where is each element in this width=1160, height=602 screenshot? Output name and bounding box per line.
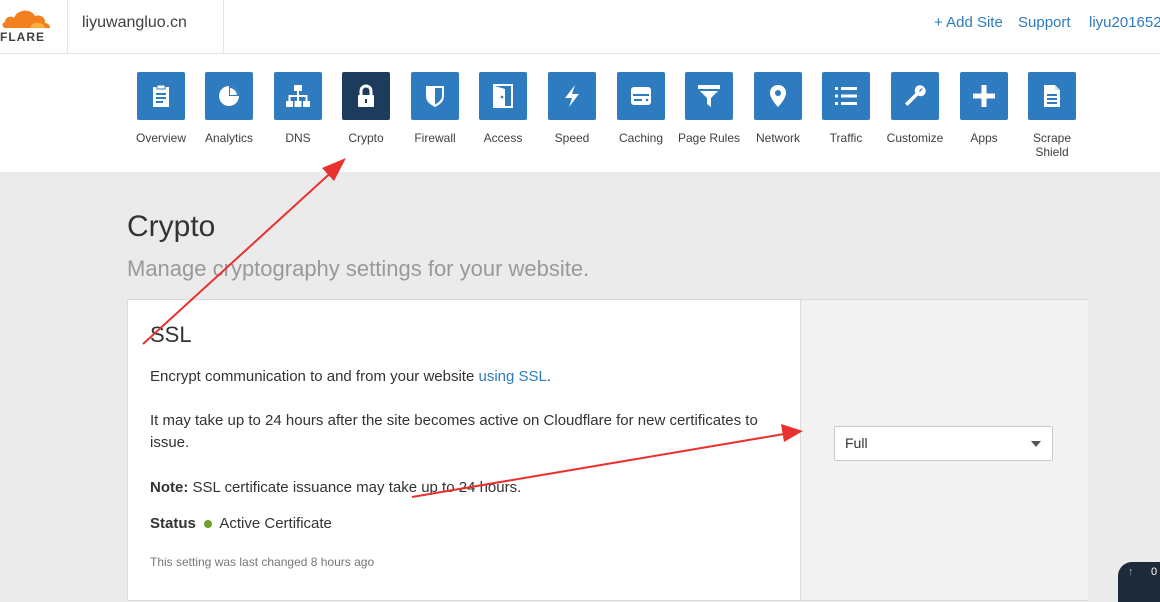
nav-speed[interactable]: Speed: [538, 72, 606, 145]
ssl-desc-suffix: .: [546, 368, 552, 385]
scroll-widget[interactable]: ↑ 0: [1118, 562, 1160, 602]
nav-label: Scrape Shield: [1032, 131, 1072, 159]
ssl-mode-value: Full: [845, 435, 868, 451]
nav-label: Page Rules: [677, 131, 741, 145]
nav-label: Traffic: [829, 131, 863, 145]
nav-label: Customize: [886, 131, 944, 145]
add-site-link[interactable]: + Add Site: [934, 14, 1003, 31]
ssl-mode-select[interactable]: Full: [834, 426, 1053, 461]
nav-network[interactable]: Network: [744, 72, 812, 145]
nav-label: Access: [483, 131, 523, 145]
logo-text: FLARE: [0, 30, 45, 44]
nav-label: Network: [755, 131, 800, 145]
user-menu[interactable]: liyu201652: [1089, 14, 1160, 31]
status-dot-icon: [204, 519, 213, 528]
nav-label: Overview: [135, 131, 186, 145]
nav-label: Speed: [554, 131, 590, 145]
page-subtitle: Manage cryptography settings for your we…: [127, 256, 590, 281]
status-label: Status: [150, 515, 196, 532]
scroll-widget-text: 0: [1151, 566, 1158, 578]
list-icon: [822, 72, 870, 120]
clipboard-icon: [137, 72, 185, 120]
lock-icon: [342, 72, 390, 120]
nav-scrape-shield[interactable]: Scrape Shield: [1018, 72, 1086, 159]
cloud-logo-icon: [2, 10, 51, 28]
nav-overview[interactable]: Overview: [127, 72, 195, 145]
shield-icon: [411, 72, 459, 120]
plus-icon: [960, 72, 1008, 120]
document-icon: [1028, 72, 1076, 120]
nav-apps[interactable]: Apps: [950, 72, 1018, 145]
nav-page-rules[interactable]: Page Rules: [675, 72, 743, 145]
ssl-note: Note: SSL certificate issuance may take …: [150, 477, 780, 499]
filter-icon: [685, 72, 733, 120]
app-nav: Overview Analytics DNS Crypto Firewall A…: [0, 54, 1160, 172]
domain-name: liyuwangluo.cn: [82, 14, 187, 31]
nav-label: Caching: [618, 131, 664, 145]
ssl-wait-text: It may take up to 24 hours after the sit…: [150, 412, 758, 451]
page-title: Crypto: [127, 210, 216, 243]
nav-analytics[interactable]: Analytics: [195, 72, 263, 145]
lightning-icon: [548, 72, 596, 120]
ssl-description: Encrypt communication to and from your w…: [150, 366, 780, 388]
hard-drive-icon: [617, 72, 665, 120]
map-pin-icon: [754, 72, 802, 120]
chevron-down-icon: [1031, 441, 1041, 447]
nav-caching[interactable]: Caching: [607, 72, 675, 145]
nav-traffic[interactable]: Traffic: [812, 72, 880, 145]
nav-label: Analytics: [204, 131, 254, 145]
note-text: SSL certificate issuance may take up to …: [188, 479, 522, 496]
nav-label: Apps: [970, 131, 998, 145]
ssl-card: SSL Encrypt communication to and from yo…: [127, 299, 1088, 601]
domain-selector[interactable]: liyuwangluo.cn: [67, 0, 224, 53]
nav-label: Crypto: [348, 131, 384, 145]
nav-dns[interactable]: DNS: [264, 72, 332, 145]
nav-crypto[interactable]: Crypto: [332, 72, 400, 145]
support-link[interactable]: Support: [1018, 14, 1071, 31]
top-header: FLARE liyuwangluo.cn + Add Site Support …: [0, 0, 1160, 54]
ssl-status: Status Active Certificate: [150, 515, 332, 532]
door-icon: [479, 72, 527, 120]
ssl-desc-prefix: Encrypt communication to and from your w…: [150, 368, 479, 385]
ssl-title: SSL: [150, 322, 192, 347]
using-ssl-link[interactable]: using SSL: [478, 368, 546, 385]
nav-firewall[interactable]: Firewall: [401, 72, 469, 145]
last-changed-text: This setting was last changed 8 hours ag…: [150, 555, 375, 569]
sitemap-icon: [274, 72, 322, 120]
pie-chart-icon: [205, 72, 253, 120]
arrow-up-icon: ↑: [1128, 566, 1134, 578]
wrench-icon: [891, 72, 939, 120]
status-value: Active Certificate: [219, 515, 332, 532]
nav-customize[interactable]: Customize: [881, 72, 949, 145]
ssl-control-panel: Full: [800, 300, 1088, 600]
cloudflare-logo[interactable]: FLARE: [0, 4, 60, 44]
nav-access[interactable]: Access: [469, 72, 537, 145]
nav-label: Firewall: [414, 131, 456, 145]
note-label: Note:: [150, 479, 189, 496]
nav-label: DNS: [285, 131, 311, 145]
